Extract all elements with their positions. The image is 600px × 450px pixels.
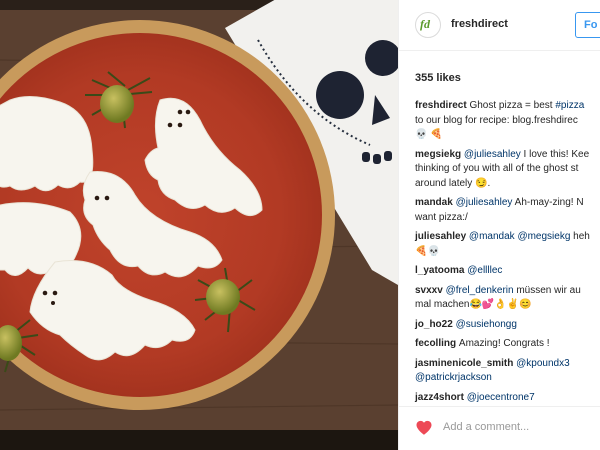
comment-username[interactable]: svxxv bbox=[415, 285, 446, 296]
freshdirect-logo-icon: fd bbox=[420, 17, 430, 31]
comment-text: Ah-may-zing! N bbox=[512, 197, 584, 208]
comment: fecolling Amazing! Congrats ! bbox=[415, 337, 600, 352]
comment-line: l_yatooma @ellllec bbox=[415, 264, 600, 279]
comment: jo_ho22 @susiehongg bbox=[415, 318, 600, 333]
mention-link[interactable]: @susiehongg bbox=[456, 319, 517, 330]
comment-username[interactable]: l_yatooma bbox=[415, 265, 467, 276]
mention-link[interactable]: @frel_denkerin bbox=[446, 285, 514, 296]
comment-username[interactable]: jo_ho22 bbox=[415, 319, 456, 330]
comment: jazz4short @joecentrone7 bbox=[415, 391, 600, 406]
comment: l_yatooma @ellllec bbox=[415, 264, 600, 279]
mention-link[interactable]: @patrickrjackson bbox=[415, 372, 492, 383]
mention-link[interactable]: #pizza bbox=[555, 100, 584, 111]
follow-button[interactable]: Fo bbox=[575, 12, 600, 38]
comment-text: to our blog for recipe: blog.freshdirec bbox=[415, 114, 578, 126]
mention-link[interactable]: @ellllec bbox=[467, 265, 502, 276]
comment-line: mal machen😂💕👌✌️😊 bbox=[415, 298, 600, 313]
comment: jasminenicole_smith @kpoundx3 @patrickrja… bbox=[415, 357, 600, 386]
comment-text: Amazing! Congrats ! bbox=[458, 338, 550, 349]
heart-icon[interactable] bbox=[415, 419, 433, 437]
comment-text: müssen wir au bbox=[513, 284, 581, 296]
comment-line: svxxv @frel_denkerin müssen wir au bbox=[415, 284, 600, 299]
comment-line: want pizza:/ bbox=[415, 211, 600, 226]
comment-username[interactable]: jazz4short bbox=[415, 392, 467, 403]
comment-line: megsiekg @juliesahley I love this! Kee bbox=[415, 148, 600, 163]
comment: juliesahley @mandak @megsiekg heh 🍕💀 bbox=[415, 230, 600, 259]
comment: mandak @juliesahley Ah-may-zing! Nwant p… bbox=[415, 196, 600, 225]
comment-username[interactable]: megsiekg bbox=[415, 149, 464, 160]
mention-link[interactable]: @juliesahley bbox=[456, 197, 513, 208]
comment: freshdirect Ghost pizza = best #pizza to … bbox=[415, 99, 600, 143]
comment-line: jo_ho22 @susiehongg bbox=[415, 318, 600, 333]
comment-line: fecolling Amazing! Congrats ! bbox=[415, 337, 600, 352]
comment-line: jasminenicole_smith @kpoundx3 bbox=[415, 357, 600, 372]
mention-link[interactable]: @juliesahley bbox=[464, 149, 521, 160]
mention-link[interactable]: @mandak bbox=[469, 231, 515, 242]
comment-username[interactable]: mandak bbox=[415, 197, 456, 208]
mention-link[interactable]: @kpoundx3 bbox=[516, 358, 570, 369]
comments-list: freshdirect Ghost pizza = best #pizza to … bbox=[415, 99, 600, 410]
comment-text: mal machen😂💕👌✌️😊 bbox=[415, 299, 532, 310]
likes-count[interactable]: 355 likes bbox=[415, 72, 461, 84]
comment-text: heh bbox=[570, 231, 590, 242]
add-comment-input[interactable]: Add a comment... bbox=[443, 421, 529, 433]
comment-line: to our blog for recipe: blog.freshdirec bbox=[415, 114, 600, 129]
username[interactable]: freshdirect bbox=[451, 18, 508, 30]
comment-line: around lately 😏. bbox=[415, 177, 600, 192]
comment-text: around lately 😏. bbox=[415, 177, 491, 189]
post-photo[interactable] bbox=[0, 0, 398, 450]
comment-username[interactable]: fecolling bbox=[415, 338, 459, 349]
post-header: fd freshdirect Fo bbox=[399, 0, 600, 51]
emoji-text: 💀 🍕 bbox=[415, 129, 443, 140]
comment-username[interactable]: juliesahley bbox=[415, 231, 469, 242]
comment-line: thinking of you with all of the ghost st bbox=[415, 162, 600, 177]
comment-username[interactable]: freshdirect bbox=[415, 100, 469, 111]
emoji-text: 🍕💀 bbox=[415, 245, 440, 257]
comment-text: I love this! Kee bbox=[520, 148, 590, 160]
comment: megsiekg @juliesahley I love this! Kee th… bbox=[415, 148, 600, 192]
comment-text: want pizza:/ bbox=[415, 211, 468, 223]
comment-line: juliesahley @mandak @megsiekg heh bbox=[415, 230, 600, 245]
mention-link[interactable]: @megsiekg bbox=[517, 231, 570, 242]
ghost-pizza-photo bbox=[0, 0, 398, 450]
comment-line: freshdirect Ghost pizza = best #pizza bbox=[415, 99, 600, 114]
comment-text: thinking of you with all of the ghost st bbox=[415, 163, 579, 174]
comment: svxxv @frel_denkerin müssen wir au mal ma… bbox=[415, 284, 600, 313]
comment-username[interactable]: jasminenicole_smith bbox=[415, 358, 516, 369]
avatar[interactable]: fd bbox=[415, 12, 441, 38]
comment-line: @patrickrjackson bbox=[415, 371, 600, 386]
post-sidebar: fd freshdirect Fo 355 likes freshdirect … bbox=[398, 0, 600, 450]
comment-bar: Add a comment... bbox=[399, 406, 600, 450]
comment-line: jazz4short @joecentrone7 bbox=[415, 391, 600, 406]
comment-text: Ghost pizza = best bbox=[469, 100, 556, 111]
mention-link[interactable]: @joecentrone7 bbox=[467, 392, 535, 403]
comment-line: mandak @juliesahley Ah-may-zing! N bbox=[415, 196, 600, 211]
